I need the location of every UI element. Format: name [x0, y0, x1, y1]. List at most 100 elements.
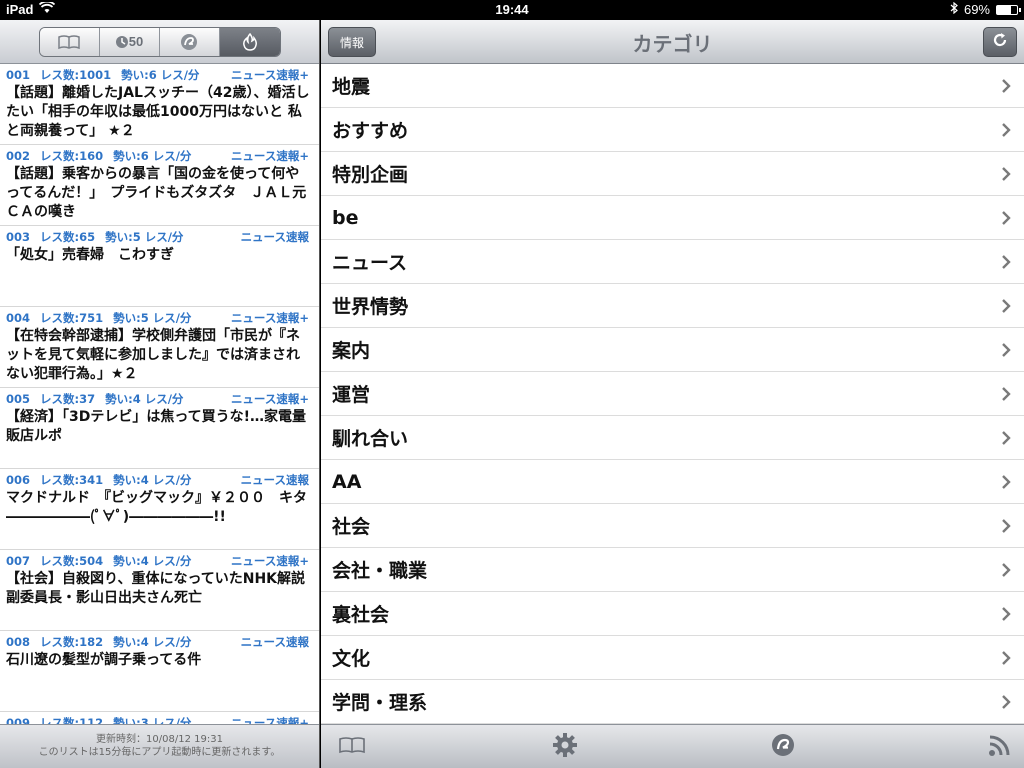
thread-meta: 001 レス数:1001 勢い:6 レス/分 ニュース速報+ — [6, 67, 313, 83]
category-item[interactable]: 会社・職業 — [321, 548, 1024, 592]
2ch-board-button[interactable] — [768, 733, 798, 761]
thread-speed: 勢い:4 レス/分 — [113, 635, 192, 649]
category-item[interactable]: 地震 — [321, 64, 1024, 108]
category-item[interactable]: ニュース — [321, 240, 1024, 284]
chevron-right-icon — [1000, 562, 1012, 578]
category-item[interactable]: おすすめ — [321, 108, 1024, 152]
chevron-right-icon — [1000, 166, 1012, 182]
bluetooth-icon — [950, 1, 958, 17]
thread-row[interactable]: 001 レス数:1001 勢い:6 レス/分 ニュース速報+ 【話題】離婚したJALスッ… — [0, 64, 319, 145]
category-item[interactable]: 特別企画 — [321, 152, 1024, 196]
battery-icon — [996, 4, 1021, 15]
thread-res-count: レス数:65 — [40, 230, 96, 244]
thread-speed: 勢い:4 レス/分 — [113, 473, 192, 487]
category-item[interactable]: 運営 — [321, 372, 1024, 416]
thread-row[interactable]: 009 レス数:112 勢い:3 レス/分 ニュース速報+ — [0, 712, 319, 724]
rss-button[interactable] — [985, 733, 1015, 761]
category-label: 運営 — [332, 384, 371, 406]
thread-board: ニュース速報+ — [230, 149, 309, 163]
thread-meta: 005 レス数:37 勢い:4 レス/分 ニュース速報+ — [6, 391, 313, 407]
thread-row[interactable]: 008 レス数:182 勢い:4 レス/分 ニュース速報 石川遼の髪型が調子乗ってる件 — [0, 631, 319, 712]
thread-row[interactable]: 002 レス数:160 勢い:6 レス/分 ニュース速報+ 【話題】乗客からの暴言「国の… — [0, 145, 319, 226]
thread-row[interactable]: 005 レス数:37 勢い:4 レス/分 ニュース速報+ 【経済】「3Dテレビ」は焦って… — [0, 388, 319, 469]
thread-title: 【経済】「3Dテレビ」は焦って買うな!…家電量販店ルポ — [6, 409, 307, 444]
category-item[interactable]: AA — [321, 460, 1024, 504]
thread-number: 007 — [6, 554, 31, 568]
segment-top50[interactable]: 50 — [99, 27, 160, 56]
category-label: 社会 — [332, 516, 371, 538]
segment-hot[interactable] — [219, 27, 280, 56]
bookmarks-button[interactable] — [337, 733, 367, 761]
thread-list: 001 レス数:1001 勢い:6 レス/分 ニュース速報+ 【話題】離婚したJALスッ… — [0, 64, 319, 724]
category-pane: 情報 カテゴリ 地震おすすめ特別企画 be ニュース 世界情勢 案内運営馴れ合い AA 社会… — [321, 20, 1024, 768]
2ch-logo-icon — [180, 33, 198, 51]
chevron-right-icon — [1000, 122, 1012, 138]
thread-title: 「処女」売春婦 こわすぎ — [6, 247, 174, 263]
thread-speed: 勢い:4 レス/分 — [105, 392, 184, 406]
thread-meta: 008 レス数:182 勢い:4 レス/分 ニュース速報 — [6, 634, 313, 650]
thread-number: 004 — [6, 311, 31, 325]
thread-speed: 勢い:4 レス/分 — [113, 554, 192, 568]
chevron-right-icon — [1000, 430, 1012, 446]
battery-fill — [997, 5, 1011, 14]
category-label: 文化 — [332, 648, 371, 670]
chevron-right-icon — [1000, 518, 1012, 534]
refresh-button[interactable] — [983, 27, 1017, 57]
category-item[interactable]: 馴れ合い — [321, 416, 1024, 460]
chevron-right-icon — [1000, 386, 1012, 402]
chevron-right-icon — [1000, 210, 1012, 226]
thread-number: 003 — [6, 230, 31, 244]
update-time: 更新時刻：10/08/12 19:31 — [96, 734, 223, 745]
thread-row[interactable]: 007 レス数:504 勢い:4 レス/分 ニュース速報+ 【社会】自殺図り、重体になっ… — [0, 550, 319, 631]
bottom-toolbar — [321, 724, 1024, 768]
category-label: 会社・職業 — [332, 560, 428, 582]
thread-row[interactable]: 004 レス数:751 勢い:5 レス/分 ニュース速報+ 【在特会幹部逮捕】学校側弁護… — [0, 307, 319, 388]
category-item[interactable]: 学問・理系 — [321, 680, 1024, 724]
category-label: 学問・理系 — [332, 692, 428, 714]
page-title: カテゴリ — [632, 32, 713, 56]
chevron-right-icon — [1000, 254, 1012, 270]
category-label: おすすめ — [332, 120, 409, 142]
category-item[interactable]: 世界情勢 — [321, 284, 1024, 328]
thread-res-count: レス数:37 — [40, 392, 96, 406]
thread-meta: 006 レス数:341 勢い:4 レス/分 ニュース速報 — [6, 472, 313, 488]
category-list: 地震おすすめ特別企画 be ニュース 世界情勢 案内運営馴れ合い AA 社会会社・職業裏社会… — [321, 64, 1024, 724]
thread-title: 【話題】離婚したJALスッチー（42歳）、婚活したい「相手の年収は最低1000万… — [6, 85, 310, 139]
segment-2ch[interactable] — [159, 27, 220, 56]
rss-icon — [988, 733, 1012, 761]
chevron-right-icon — [1000, 694, 1012, 710]
settings-button[interactable] — [550, 733, 580, 761]
thread-meta: 003 レス数:65 勢い:5 レス/分 ニュース速報 — [6, 229, 313, 245]
category-item[interactable]: 裏社会 — [321, 592, 1024, 636]
thread-number: 009 — [6, 716, 31, 724]
category-item[interactable]: be — [321, 196, 1024, 240]
thread-ranking-pane: 50 001 レス数:1001 勢い:6 レス/分 ニュース速報+ 【話題】離婚したJA… — [0, 20, 320, 768]
thread-board: ニュース速報+ — [230, 392, 309, 406]
category-item[interactable]: 社会 — [321, 504, 1024, 548]
thread-title: 【話題】乗客からの暴言「国の金を使って何やってるんだ！」 プライドもズタズタ Ｊ… — [6, 166, 307, 220]
thread-title: 【在特会幹部逮捕】学校側弁護団「市民が『ネットを見て気軽に参加しました』では済ま… — [6, 328, 300, 382]
thread-title: 石川遼の髪型が調子乗ってる件 — [6, 652, 202, 668]
thread-row[interactable]: 003 レス数:65 勢い:5 レス/分 ニュース速報 「処女」売春婦 こわすぎ — [0, 226, 319, 307]
thread-res-count: レス数:160 — [40, 149, 104, 163]
thread-speed: 勢い:6 レス/分 — [121, 68, 200, 82]
chevron-right-icon — [1000, 298, 1012, 314]
update-note: このリストは15分毎にアプリ起動時に更新されます。 — [38, 747, 281, 758]
book-icon — [58, 34, 80, 50]
category-item[interactable]: 文化 — [321, 636, 1024, 680]
segment-book[interactable] — [39, 27, 100, 56]
thread-meta: 007 レス数:504 勢い:4 レス/分 ニュース速報+ — [6, 553, 313, 569]
thread-meta: 009 レス数:112 勢い:3 レス/分 ニュース速報+ — [6, 715, 313, 724]
category-label: 馴れ合い — [332, 428, 409, 450]
thread-row[interactable]: 006 レス数:341 勢い:4 レス/分 ニュース速報マクドナルド 『ビッグマック』… — [0, 469, 319, 550]
category-item[interactable]: 案内 — [321, 328, 1024, 372]
thread-title: マクドナルド 『ビッグマック』￥２００ キタ――――――(ﾟ∀ﾟ)――――――!… — [6, 490, 307, 525]
book-icon — [339, 736, 365, 758]
thread-speed: 勢い:5 レス/分 — [113, 311, 192, 325]
thread-board: ニュース速報 — [240, 230, 309, 244]
view-segmented-control: 50 — [38, 26, 281, 57]
category-header: 情報 カテゴリ — [321, 20, 1024, 64]
chevron-right-icon — [1000, 606, 1012, 622]
2ch-logo-icon — [771, 733, 795, 761]
category-label: 地震 — [332, 76, 371, 98]
